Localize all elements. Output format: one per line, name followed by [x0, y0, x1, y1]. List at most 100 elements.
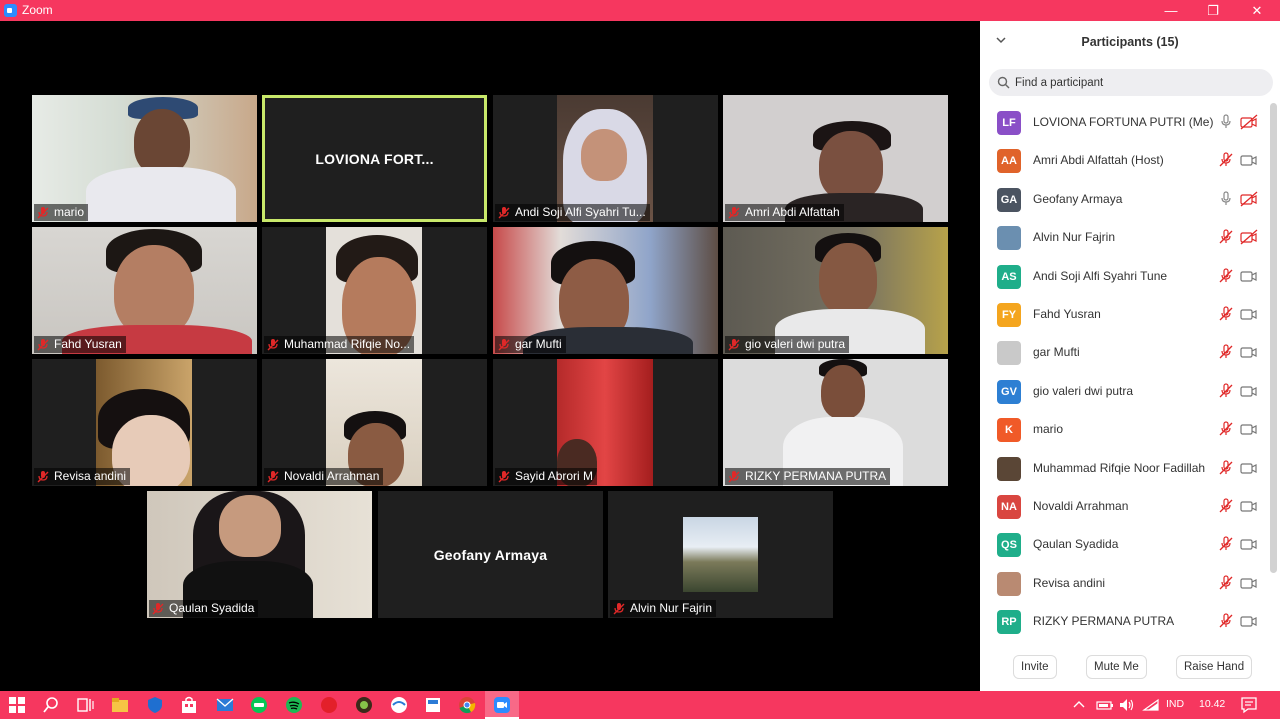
- participant-name: Revisa andini: [1033, 575, 1106, 590]
- invite-button[interactable]: Invite: [1013, 655, 1057, 679]
- mic-muted-icon[interactable]: [1218, 498, 1234, 514]
- mic-muted-icon[interactable]: [1218, 613, 1234, 629]
- spotify-icon[interactable]: [285, 696, 303, 714]
- chrome-icon[interactable]: [458, 696, 476, 714]
- participant-row[interactable]: GA Geofany Armaya: [980, 180, 1270, 218]
- video-camera-icon[interactable]: [1240, 344, 1258, 360]
- windows-start-icon[interactable]: [8, 696, 26, 714]
- battery-icon[interactable]: [1096, 696, 1114, 714]
- video-tile[interactable]: Andi Soji Alfi Syahri Tu...: [493, 95, 718, 222]
- notification-icon[interactable]: [1240, 696, 1258, 714]
- participant-row[interactable]: AS Andi Soji Alfi Syahri Tune: [980, 257, 1270, 295]
- video-camera-icon[interactable]: [1240, 536, 1258, 552]
- minimize-button[interactable]: —: [1148, 0, 1194, 21]
- video-camera-icon[interactable]: [1240, 460, 1258, 476]
- search-icon[interactable]: [42, 696, 60, 714]
- video-camera-icon[interactable]: [1240, 152, 1258, 168]
- game-app-icon[interactable]: [355, 696, 373, 714]
- participant-name-label: Amri Abdi Alfattah: [725, 204, 844, 221]
- file-explorer-icon[interactable]: [111, 696, 129, 714]
- chevron-up-icon[interactable]: [1072, 696, 1086, 714]
- video-tile[interactable]: gar Mufti: [493, 227, 718, 354]
- app-icon[interactable]: [320, 696, 338, 714]
- video-camera-icon[interactable]: [1240, 421, 1258, 437]
- mail-icon[interactable]: [216, 696, 234, 714]
- participant-row[interactable]: AA Amri Abdi Alfattah (Host): [980, 141, 1270, 179]
- video-tile-active-speaker[interactable]: LOVIONA FORT...: [262, 95, 487, 222]
- mic-muted-icon[interactable]: [1218, 229, 1234, 245]
- window-title: Zoom: [22, 3, 53, 17]
- participant-row[interactable]: Alvin Nur Fajrin: [980, 218, 1270, 256]
- video-tile[interactable]: Geofany Armaya: [378, 491, 603, 618]
- video-off-icon[interactable]: [1240, 114, 1258, 130]
- video-off-icon[interactable]: [1240, 191, 1258, 207]
- mute-me-button[interactable]: Mute Me: [1086, 655, 1147, 679]
- participant-row[interactable]: NA Novaldi Arrahman: [980, 487, 1270, 525]
- participant-row[interactable]: QS Qaulan Syadida: [980, 525, 1270, 563]
- microphone-icon[interactable]: [1218, 114, 1234, 130]
- line-app-icon[interactable]: [250, 696, 268, 714]
- raise-hand-button[interactable]: Raise Hand: [1176, 655, 1253, 679]
- mic-muted-icon[interactable]: [1218, 152, 1234, 168]
- mic-muted-icon[interactable]: [1218, 344, 1234, 360]
- app-icon[interactable]: [390, 696, 408, 714]
- participant-row[interactable]: LF LOVIONA FORTUNA PUTRI (Me): [980, 103, 1270, 141]
- store-icon[interactable]: [180, 696, 198, 714]
- mic-muted-icon[interactable]: [1218, 575, 1234, 591]
- avatar: NA: [997, 495, 1021, 519]
- mic-muted-icon[interactable]: [1218, 383, 1234, 399]
- video-tile[interactable]: Qaulan Syadida: [147, 491, 372, 618]
- wifi-icon[interactable]: [1142, 696, 1160, 714]
- video-tile[interactable]: Novaldi Arrahman: [262, 359, 487, 486]
- video-camera-icon[interactable]: [1240, 268, 1258, 284]
- task-view-icon[interactable]: [76, 696, 94, 714]
- scrollbar[interactable]: [1270, 103, 1277, 573]
- video-camera-icon[interactable]: [1240, 306, 1258, 322]
- clock[interactable]: 10.42: [1199, 698, 1225, 710]
- avatar-photo: [997, 226, 1021, 251]
- video-camera-icon[interactable]: [1240, 383, 1258, 399]
- video-tile[interactable]: Muhammad Rifqie No...: [262, 227, 487, 354]
- participant-row[interactable]: Kmario: [980, 410, 1270, 448]
- video-camera-icon[interactable]: [1240, 498, 1258, 514]
- participant-row[interactable]: RP RIZKY PERMANA PUTRA: [980, 602, 1270, 640]
- participant-row[interactable]: Revisa andini: [980, 564, 1270, 602]
- video-tile[interactable]: mario: [32, 95, 257, 222]
- mic-muted-icon: [37, 470, 49, 482]
- mic-muted-icon[interactable]: [1218, 306, 1234, 322]
- video-tile[interactable]: RIZKY PERMANA PUTRA: [723, 359, 948, 486]
- mic-muted-icon[interactable]: [1218, 536, 1234, 552]
- microphone-icon[interactable]: [1218, 191, 1234, 207]
- video-tile[interactable]: Sayid Abrori M: [493, 359, 718, 486]
- volume-icon[interactable]: [1118, 696, 1136, 714]
- participant-name-label: Qaulan Syadida: [149, 600, 259, 617]
- mic-muted-icon[interactable]: [1218, 267, 1234, 284]
- participant-row[interactable]: FY Fahd Yusran: [980, 295, 1270, 333]
- mic-muted-icon: [613, 602, 625, 614]
- video-tile[interactable]: Alvin Nur Fajrin: [608, 491, 833, 618]
- video-camera-icon[interactable]: [1240, 575, 1258, 591]
- restore-button[interactable]: ❐: [1190, 0, 1236, 21]
- mic-muted-icon[interactable]: [1218, 459, 1234, 476]
- avatar: GA: [997, 187, 1021, 212]
- video-off-icon[interactable]: [1240, 229, 1258, 245]
- video-camera-icon[interactable]: [1240, 613, 1258, 629]
- participant-name-label: Muhammad Rifqie No...: [264, 336, 415, 353]
- participant-row[interactable]: GV gio valeri dwi putra: [980, 372, 1270, 410]
- app-window-icon[interactable]: [424, 696, 442, 714]
- video-tile[interactable]: Amri Abdi Alfattah: [723, 95, 948, 222]
- participant-search[interactable]: [989, 69, 1273, 96]
- mic-muted-icon[interactable]: [1218, 421, 1234, 437]
- shield-icon[interactable]: [146, 696, 164, 714]
- participant-name: gio valeri dwi putra: [1033, 383, 1134, 398]
- video-tile[interactable]: Fahd Yusran: [32, 227, 257, 354]
- participant-row[interactable]: Muhammad Rifqie Noor Fadillah: [980, 449, 1270, 487]
- close-button[interactable]: ✕: [1234, 0, 1280, 21]
- video-tile[interactable]: Revisa andini: [32, 359, 257, 486]
- zoom-taskbar-active[interactable]: [485, 691, 519, 719]
- avatar: K: [997, 418, 1021, 443]
- language-indicator[interactable]: IND: [1166, 698, 1184, 710]
- participant-row[interactable]: gar Mufti: [980, 333, 1270, 371]
- search-input[interactable]: [1015, 72, 1265, 93]
- video-tile[interactable]: gio valeri dwi putra: [723, 227, 948, 354]
